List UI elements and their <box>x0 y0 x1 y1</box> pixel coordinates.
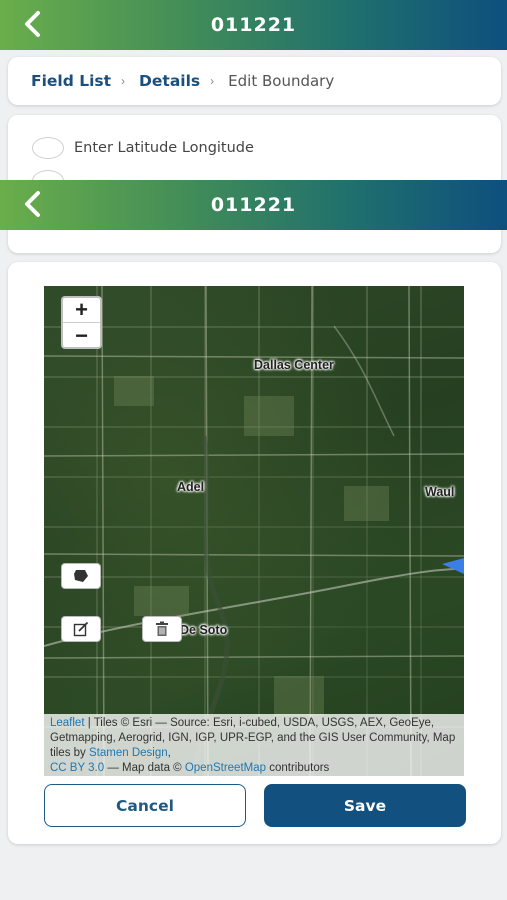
app-header-overlay: 011221 <box>0 180 507 230</box>
town-label: Dallas Center <box>254 358 334 372</box>
town-label: Waul <box>425 485 455 499</box>
save-button[interactable]: Save <box>264 784 466 827</box>
map-card: + − Dallas Center Adel Waul De Soto Leaf… <box>8 262 501 844</box>
attribution-comma: , <box>167 747 171 759</box>
draw-polygon-button[interactable] <box>61 563 101 589</box>
breadcrumb-separator: › <box>121 74 126 88</box>
draw-polygon-icon <box>74 570 88 582</box>
lat-long-option[interactable]: Enter Latitude Longitude <box>32 137 254 159</box>
map-attribution: Leaflet | Tiles © Esri — Source: Esri, i… <box>44 714 464 776</box>
page-title: 011221 <box>210 14 297 36</box>
app-header: 011221 <box>0 0 507 50</box>
ccby-link[interactable]: CC BY 3.0 <box>50 762 104 774</box>
edit-layer-button[interactable] <box>61 616 101 642</box>
breadcrumb-separator: › <box>210 74 215 88</box>
zoom-in-button[interactable]: + <box>63 297 100 323</box>
breadcrumb-details[interactable]: Details <box>139 72 200 90</box>
radio-button[interactable] <box>32 137 64 159</box>
stamen-link[interactable]: Stamen Design <box>89 747 168 759</box>
lat-long-label: Enter Latitude Longitude <box>74 140 254 156</box>
edit-icon <box>73 621 89 637</box>
breadcrumb-current: Edit Boundary <box>228 72 335 90</box>
boundary-marker[interactable] <box>442 558 464 574</box>
attribution-contrib: contributors <box>266 762 330 774</box>
town-label: De Soto <box>180 623 228 637</box>
leaflet-link[interactable]: Leaflet <box>50 717 85 729</box>
page-title: 011221 <box>210 194 297 216</box>
attribution-mapdata: — Map data © <box>104 762 185 774</box>
delete-layer-button[interactable] <box>142 616 182 642</box>
delete-icon <box>156 621 168 636</box>
breadcrumb-field-list[interactable]: Field List <box>31 72 111 90</box>
chevron-left-icon[interactable] <box>18 9 48 39</box>
zoom-out-button[interactable]: − <box>63 323 100 348</box>
cancel-button[interactable]: Cancel <box>44 784 246 827</box>
town-label: Adel <box>177 480 205 494</box>
breadcrumb: Field List › Details › Edit Boundary <box>8 57 501 105</box>
satellite-map[interactable]: + − Dallas Center Adel Waul De Soto <box>44 286 464 776</box>
osm-link[interactable]: OpenStreetMap <box>185 762 266 774</box>
zoom-control: + − <box>61 296 102 349</box>
chevron-left-icon[interactable] <box>18 189 48 219</box>
